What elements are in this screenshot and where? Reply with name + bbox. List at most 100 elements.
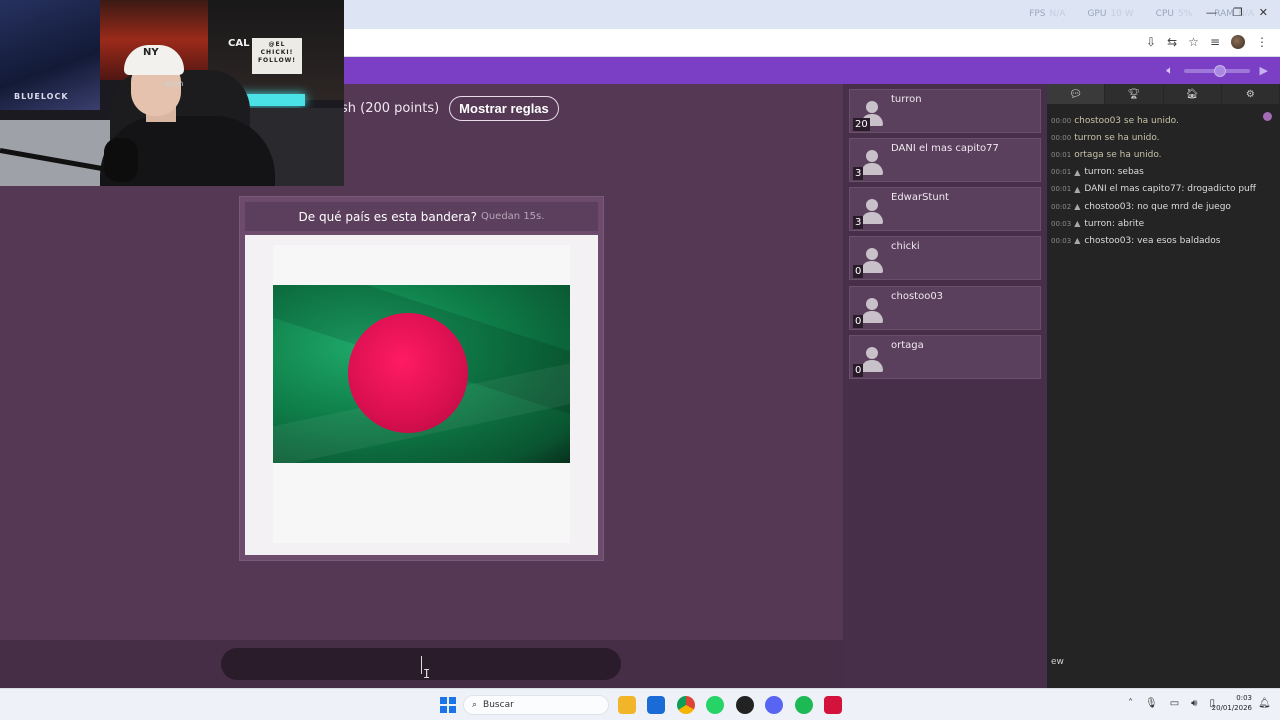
chat-message: 00:02 ▲ chostoo03: no que mrd de juego <box>1051 198 1263 215</box>
question-timer: Quedan 15s. <box>480 211 545 222</box>
player-avatar: 0 <box>853 339 889 377</box>
play-icon[interactable]: ▶ <box>1260 64 1268 77</box>
avatar-body <box>861 261 883 273</box>
mouse-cursor-icon: I <box>423 667 431 681</box>
trophy-icon[interactable]: 🏆︎ <box>1105 84 1164 104</box>
microphone-tray-icon[interactable]: 🎙︎ <box>1145 698 1158 709</box>
perf-fps: FPS N/A <box>1029 9 1066 19</box>
taskbar-search[interactable]: ⌕ Buscar <box>463 695 609 715</box>
overlay-text: acon <box>164 79 184 88</box>
reading-list-icon[interactable]: ≡ <box>1210 35 1220 49</box>
notification-bell-icon[interactable]: 🔔︎ <box>1258 698 1271 709</box>
avatar-body <box>861 360 883 372</box>
chat-time: 00:03 <box>1051 236 1072 245</box>
shop-icon[interactable]: 🏠︎ <box>1164 84 1222 104</box>
minimize-icon[interactable]: — <box>1206 6 1217 19</box>
player-card[interactable]: 3 DANI el mas capito77 <box>849 138 1041 182</box>
player-score: 0 <box>853 265 864 278</box>
windows-taskbar: ⌕ Buscar ˄ 🎙︎ ▭ 🔊︎ ▯ 0:03 20/01/2026 🔔︎ <box>0 688 1280 720</box>
chat-time: 00:02 <box>1051 202 1072 211</box>
chat-text: chostoo03: vea esos baldados <box>1084 235 1221 246</box>
player-score: 3 <box>853 167 864 180</box>
player-avatar: 3 <box>853 191 889 229</box>
avatar-head <box>866 150 878 162</box>
windows-start-icon[interactable] <box>440 697 456 713</box>
volume-slider-handle[interactable] <box>1213 64 1226 77</box>
player-card[interactable]: 0 chicki <box>849 236 1041 280</box>
cap-logo: NY <box>143 47 159 58</box>
perf-gpu: GPU 10 W <box>1087 9 1134 19</box>
game-mode-text: sh (200 points) <box>341 101 440 116</box>
chat-text: turron: abrite <box>1084 218 1145 229</box>
whatsapp-icon[interactable] <box>706 696 724 714</box>
translate-icon[interactable]: ⇆ <box>1167 35 1177 49</box>
user-icon: ▲ <box>1074 184 1081 194</box>
maximize-icon[interactable]: ❐ <box>1233 6 1243 19</box>
bookmark-star-icon[interactable]: ☆ <box>1188 35 1199 49</box>
file-explorer-icon[interactable] <box>618 696 636 714</box>
chat-text: chostoo03: no que mrd de juego <box>1084 201 1231 212</box>
question-card: De qué país es esta bandera? Quedan 15s. <box>239 196 604 561</box>
chat-time: 00:00 <box>1051 116 1072 125</box>
chat-time: 00:00 <box>1051 133 1072 142</box>
chat-text: chostoo03 se ha unido. <box>1074 115 1179 126</box>
obs-icon[interactable] <box>736 696 754 714</box>
user-icon: ▲ <box>1074 202 1081 212</box>
clock-date: 20/01/2026 <box>1211 704 1252 712</box>
settings-icon[interactable]: ⚙ <box>1222 84 1280 104</box>
chat-message: 00:01 ▲ turron: sebas <box>1051 164 1263 181</box>
user-icon: ▲ <box>1074 167 1081 177</box>
speaker-icon[interactable]: 🔈︎ <box>1166 63 1173 78</box>
volume-tray-icon[interactable]: 🔊︎ <box>1191 698 1197 709</box>
player-avatar: 0 <box>853 240 889 278</box>
chat-icon[interactable]: 💬︎ <box>1047 84 1106 104</box>
chat-text: DANI el mas capito77: drogadicto puff <box>1084 184 1256 195</box>
player-score: 0 <box>853 364 864 377</box>
question-text: De qué país es esta bandera? <box>298 209 477 224</box>
chevron-up-icon[interactable]: ˄ <box>1128 698 1133 709</box>
player-avatar: 0 <box>853 290 889 328</box>
player-card[interactable]: 20 turron <box>849 89 1041 133</box>
player-card[interactable]: 3 EdwarStunt <box>849 187 1041 231</box>
browser-menu-icon[interactable]: ⋮ <box>1256 35 1268 49</box>
volume-slider[interactable] <box>1183 64 1250 77</box>
profile-avatar[interactable] <box>1231 35 1245 49</box>
player-score: 0 <box>853 315 864 328</box>
search-icon: ⌕ <box>472 700 478 710</box>
poster-text: BLUELOCK <box>14 92 69 101</box>
player-name: turron <box>891 94 922 105</box>
spotify-icon[interactable] <box>795 696 813 714</box>
player-avatar: 20 <box>853 93 889 131</box>
question-header: De qué país es esta bandera? Quedan 15s. <box>245 202 598 231</box>
perf-cpu: CPU 5% <box>1155 9 1193 19</box>
player-name: DANI el mas capito77 <box>891 143 999 154</box>
player-avatar: 3 <box>853 142 889 180</box>
player-card[interactable]: 0 ortaga <box>849 335 1041 379</box>
network-icon[interactable]: ▭ <box>1170 698 1179 709</box>
chat-time: 00:01 <box>1051 150 1072 159</box>
taskbar-clock[interactable]: 0:03 20/01/2026 <box>1206 693 1252 713</box>
chat-tabs: 💬︎ 🏆︎ 🏠︎ ⚙ <box>1047 84 1280 104</box>
app-icon[interactable] <box>824 696 842 714</box>
install-app-icon[interactable]: ⇩ <box>1146 35 1156 49</box>
chrome-icon[interactable] <box>677 696 695 714</box>
show-rules-button[interactable]: Mostrar reglas <box>449 96 559 121</box>
flag-red-disc <box>348 313 468 433</box>
avatar-head <box>866 347 878 359</box>
players-panel: 20 turron 3 DANI el mas capito77 3 Edwar… <box>843 84 1047 688</box>
chat-text: turron: sebas <box>1084 167 1144 178</box>
chat-text: turron se ha unido. <box>1074 132 1160 143</box>
chat-message: 00:01 ▲ DANI el mas capito77: drogadicto p… <box>1051 181 1263 198</box>
chat-message: 00:03 ▲ chostoo03: vea esos baldados <box>1051 232 1263 249</box>
volume-control: 🔈︎ ▶ <box>1166 63 1268 78</box>
chat-time: 00:01 <box>1051 185 1072 194</box>
chat-input[interactable]: ew <box>1051 657 1064 667</box>
player-card[interactable]: 0 chostoo03 <box>849 286 1041 330</box>
avatar-body <box>861 163 883 175</box>
notification-dot-icon <box>1263 112 1272 121</box>
close-icon[interactable]: ✕ <box>1259 6 1268 19</box>
player-name: ortaga <box>891 340 924 351</box>
player-name: EdwarStunt <box>891 192 949 203</box>
store-icon[interactable] <box>647 696 665 714</box>
discord-icon[interactable] <box>765 696 783 714</box>
